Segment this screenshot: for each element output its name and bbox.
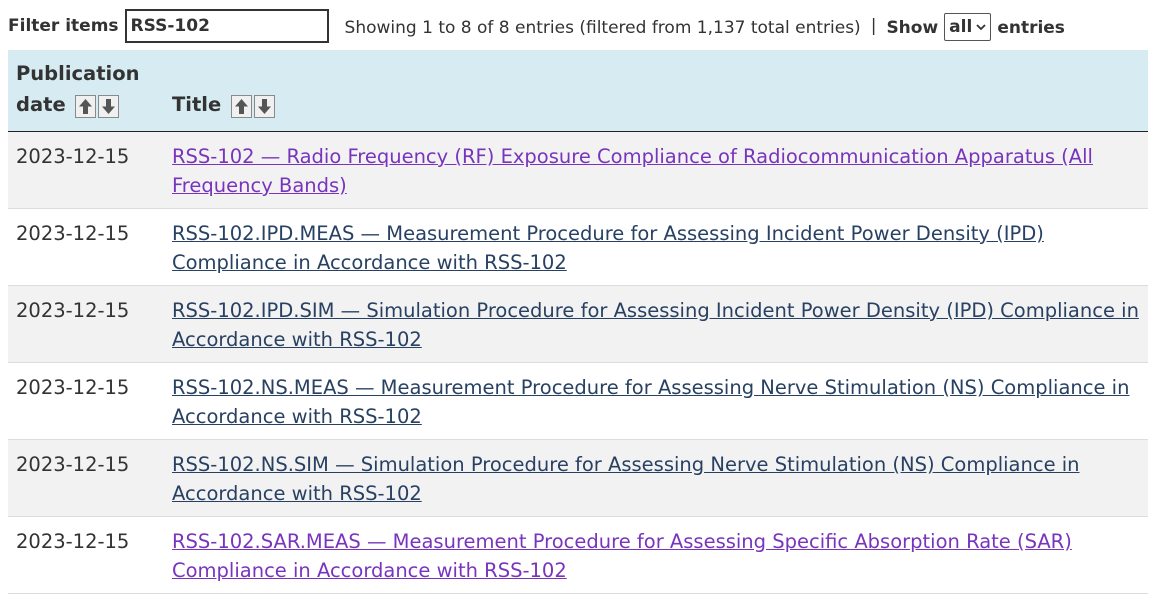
arrow-up-icon[interactable] (231, 95, 253, 118)
date-header-line2: date (16, 93, 66, 116)
filter-label: Filter items (8, 16, 119, 36)
document-title-link[interactable]: RSS-102.IPD.MEAS — Measurement Procedure… (172, 222, 1044, 274)
page-length-value: all (949, 17, 973, 37)
column-header-publication-date: Publication date (8, 50, 164, 132)
title-cell: RSS-102.SAR.MEAS — Measurement Procedure… (164, 516, 1148, 594)
filter-input[interactable] (124, 9, 329, 43)
table-row: 2023-12-15 RSS-102.NS.MEAS — Measurement… (8, 362, 1148, 440)
publication-date: 2023-12-15 (8, 362, 164, 440)
column-header-title: Title (164, 50, 1148, 132)
document-title-link[interactable]: RSS-102 — Radio Frequency (RF) Exposure … (172, 145, 1093, 197)
table-row: 2023-12-15 RSS-102.IPD.MEAS — Measuremen… (8, 208, 1148, 286)
document-title-link[interactable]: RSS-102.NS.MEAS — Measurement Procedure … (172, 376, 1129, 428)
header-row: Publication date Title (8, 50, 1148, 132)
title-cell: RSS-102 — Radio Frequency (RF) Exposure … (164, 131, 1148, 209)
document-title-link[interactable]: RSS-102.SAR.MEAS — Measurement Procedure… (172, 530, 1072, 582)
document-title-link[interactable]: RSS-102.IPD.SIM — Simulation Procedure f… (172, 299, 1139, 351)
title-cell: RSS-102.IPD.MEAS — Measurement Procedure… (164, 208, 1148, 286)
entries-info: Showing 1 to 8 of 8 entries (filtered fr… (344, 18, 861, 38)
table-controls: Filter items Showing 1 to 8 of 8 entries… (8, 6, 1065, 46)
table-row: 2023-12-15 RSS-102.IPD.SIM — Simulation … (8, 285, 1148, 363)
results-table: Publication date Title 2023-12-15 RSS-10… (8, 50, 1148, 594)
publication-date: 2023-12-15 (8, 439, 164, 517)
title-sort-controls (231, 95, 277, 118)
chevron-down-icon (976, 21, 986, 34)
table-row: 2023-12-15 RSS-102.SAR.MEAS — Measuremen… (8, 516, 1148, 594)
separator: | (870, 16, 877, 36)
date-sort-controls (75, 95, 121, 118)
date-header-line1: Publication (16, 62, 140, 85)
show-label: Show (886, 18, 939, 38)
arrow-down-icon[interactable] (98, 95, 120, 118)
title-cell: RSS-102.IPD.SIM — Simulation Procedure f… (164, 285, 1148, 363)
table-row: 2023-12-15 RSS-102.NS.SIM — Simulation P… (8, 439, 1148, 517)
publication-date: 2023-12-15 (8, 208, 164, 286)
table-row: 2023-12-15 RSS-102 — Radio Frequency (RF… (8, 131, 1148, 209)
title-header-label: Title (172, 93, 222, 116)
page-length-select[interactable]: all (944, 13, 992, 41)
publication-date: 2023-12-15 (8, 516, 164, 594)
arrow-up-icon[interactable] (75, 95, 97, 118)
publication-date: 2023-12-15 (8, 131, 164, 209)
title-cell: RSS-102.NS.MEAS — Measurement Procedure … (164, 362, 1148, 440)
arrow-down-icon[interactable] (254, 95, 276, 118)
document-title-link[interactable]: RSS-102.NS.SIM — Simulation Procedure fo… (172, 453, 1080, 505)
title-cell: RSS-102.NS.SIM — Simulation Procedure fo… (164, 439, 1148, 517)
entries-label: entries (997, 18, 1065, 38)
publication-date: 2023-12-15 (8, 285, 164, 363)
